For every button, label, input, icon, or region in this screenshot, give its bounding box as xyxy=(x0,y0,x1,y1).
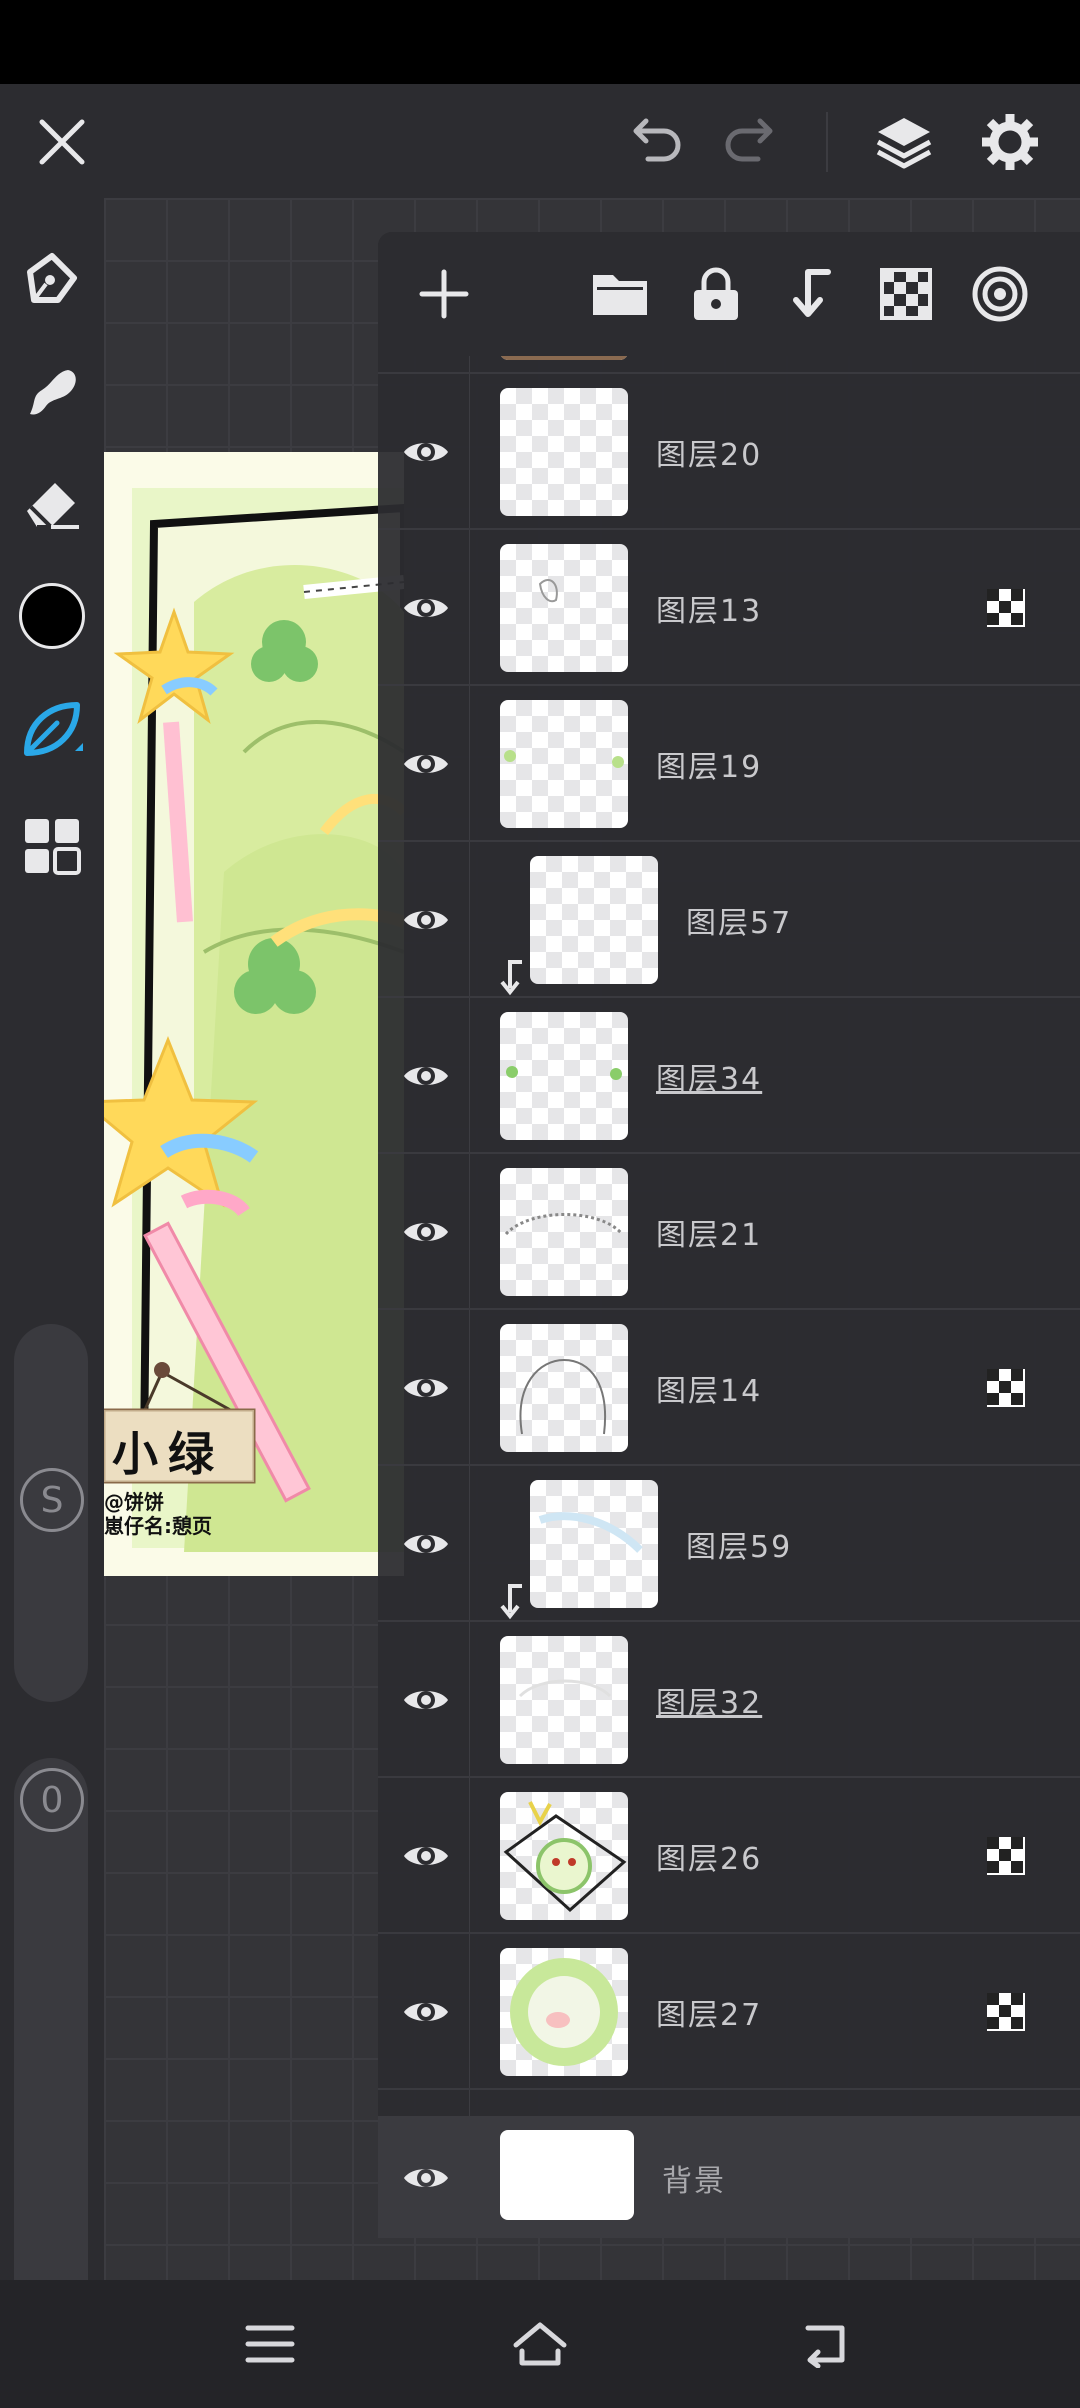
layer-row[interactable]: 图层13 xyxy=(378,530,1080,686)
system-nav-bar xyxy=(0,2280,1080,2408)
eye-icon[interactable] xyxy=(398,1830,454,1882)
layer-list[interactable]: 图层20 图层13 图层19 图层57 图层34 图层21 图层14 图层59 … xyxy=(378,356,1080,2238)
grid-menu-icon[interactable] xyxy=(14,808,90,884)
add-icon[interactable] xyxy=(412,262,476,326)
clipping-arrow-icon xyxy=(496,1582,526,1620)
background-thumbnail xyxy=(500,2130,634,2220)
opacity-slider-knob[interactable]: 0 xyxy=(20,1768,84,1832)
status-bar xyxy=(0,0,1080,84)
eye-icon[interactable] xyxy=(398,738,454,790)
home-icon[interactable] xyxy=(506,2310,574,2378)
back-icon[interactable] xyxy=(792,2310,860,2378)
clipping-arrow-icon xyxy=(496,958,526,996)
opacity-slider[interactable] xyxy=(14,1758,88,2340)
alpha-lock-badge-icon[interactable] xyxy=(986,1368,1026,1408)
layer-thumbnail xyxy=(500,1012,628,1140)
layer-thumbnail xyxy=(500,1636,628,1764)
alpha-lock-badge-icon[interactable] xyxy=(986,1992,1026,2032)
layer-name: 图层14 xyxy=(656,1374,763,1409)
layer-thumbnail xyxy=(530,1480,658,1608)
left-toolbar: S 0 xyxy=(0,198,104,2340)
artwork-canvas[interactable]: 小绿 @饼饼 崽仔名:憩页 xyxy=(104,452,404,1576)
layer-row[interactable]: 图层59 xyxy=(378,1466,1080,1622)
alpha-lock-badge-icon[interactable] xyxy=(986,588,1026,628)
layer-row[interactable]: 图层21 xyxy=(378,1154,1080,1310)
layer-row[interactable]: 图层20 xyxy=(378,374,1080,530)
eye-icon[interactable] xyxy=(398,426,454,478)
target-icon[interactable] xyxy=(968,262,1032,326)
layer-thumbnail xyxy=(500,356,628,360)
gear-icon[interactable] xyxy=(976,108,1044,176)
layer-name: 图层34 xyxy=(656,1062,763,1097)
layer-row[interactable]: 图层19 xyxy=(378,686,1080,842)
background-layer-row[interactable]: 背景 xyxy=(378,2116,1080,2238)
layer-thumbnail xyxy=(500,700,628,828)
eraser-icon[interactable] xyxy=(14,464,90,540)
layer-name: 图层21 xyxy=(656,1218,763,1253)
layer-thumbnail xyxy=(500,388,628,516)
layer-name: 图层13 xyxy=(656,594,763,629)
close-icon[interactable] xyxy=(30,110,94,174)
layer-row[interactable]: 图层14 xyxy=(378,1310,1080,1466)
layer-row[interactable]: 图层27 xyxy=(378,1934,1080,2090)
eye-icon[interactable] xyxy=(398,1986,454,2038)
layer-name: 图层59 xyxy=(686,1530,793,1565)
folder-icon[interactable] xyxy=(588,262,652,326)
eye-icon[interactable] xyxy=(398,1362,454,1414)
layer-name: 图层27 xyxy=(656,1998,763,2033)
layer-panel: 图层20 图层13 图层19 图层57 图层34 图层21 图层14 图层59 … xyxy=(378,232,1080,2238)
alpha-lock-icon[interactable] xyxy=(874,262,938,326)
eye-icon[interactable] xyxy=(398,1674,454,1726)
layer-thumbnail xyxy=(500,1948,628,2076)
credit-line-2: 崽仔名:憩页 xyxy=(104,1514,212,1538)
menu-icon[interactable] xyxy=(236,2310,304,2378)
layer-name: 图层26 xyxy=(656,1842,763,1877)
layers-icon[interactable] xyxy=(870,108,938,176)
topbar-divider xyxy=(826,112,828,172)
lock-icon[interactable] xyxy=(684,262,748,326)
layer-thumbnail xyxy=(500,1792,628,1920)
eye-icon[interactable] xyxy=(398,2152,454,2204)
layer-thumbnail xyxy=(500,544,628,672)
eye-icon[interactable] xyxy=(398,582,454,634)
redo-icon[interactable] xyxy=(718,110,786,174)
layer-name: 图层19 xyxy=(656,750,763,785)
top-toolbar xyxy=(0,84,1080,198)
layer-panel-header xyxy=(378,232,1080,356)
size-slider-knob[interactable]: S xyxy=(20,1468,84,1532)
layer-name: 图层32 xyxy=(656,1686,763,1721)
layer-thumbnail xyxy=(500,1324,628,1452)
alpha-lock-badge-icon[interactable] xyxy=(986,1836,1026,1876)
layer-thumbnail xyxy=(530,856,658,984)
sign-text: 小绿 xyxy=(112,1427,224,1481)
layer-thumbnail xyxy=(500,1168,628,1296)
layer-row-partial[interactable] xyxy=(378,356,1080,374)
smudge-icon[interactable] xyxy=(14,354,90,430)
eye-icon[interactable] xyxy=(398,1518,454,1570)
layer-name: 图层57 xyxy=(686,906,793,941)
layer-row[interactable]: 图层57 xyxy=(378,842,1080,998)
leaf-brush-icon[interactable] xyxy=(14,692,90,768)
merge-down-icon[interactable] xyxy=(778,262,842,326)
eye-icon[interactable] xyxy=(398,894,454,946)
artwork-illustration xyxy=(104,452,404,1576)
layer-row[interactable]: 图层34 xyxy=(378,998,1080,1154)
eye-icon[interactable] xyxy=(398,1206,454,1258)
color-swatch[interactable] xyxy=(14,578,90,654)
undo-icon[interactable] xyxy=(620,110,688,174)
layer-row[interactable]: 图层32 xyxy=(378,1622,1080,1778)
pen-icon[interactable] xyxy=(14,242,90,318)
layer-name: 图层20 xyxy=(656,438,763,473)
drawing-app: 小绿 @饼饼 崽仔名:憩页 S 0 图层20 图层13 图层19 图层57 图层… xyxy=(0,0,1080,2408)
background-layer-name: 背景 xyxy=(662,2164,726,2199)
layer-row[interactable]: 图层26 xyxy=(378,1778,1080,1934)
eye-icon[interactable] xyxy=(398,1050,454,1102)
